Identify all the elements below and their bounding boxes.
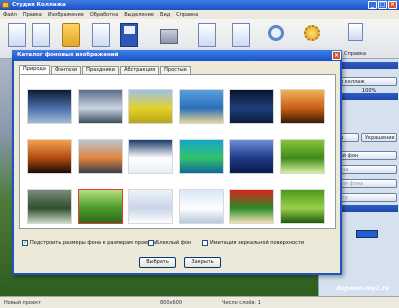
close-button[interactable]: ×: [388, 1, 397, 9]
faded-checkbox[interactable]: [148, 240, 154, 246]
maximize-button[interactable]: □: [378, 1, 387, 9]
app-icon: [2, 2, 9, 8]
status-layers: Число слоёв: 1: [222, 300, 261, 306]
new-document-icon[interactable]: [8, 23, 26, 47]
background-thumbnail[interactable]: [178, 189, 224, 224]
tab-holidays[interactable]: Праздники: [82, 66, 120, 74]
window-titlebar: Студия Коллажа _ □ ×: [0, 0, 399, 10]
watermark: dopmen.my1.ru: [336, 285, 390, 292]
color-swatch[interactable]: [356, 230, 378, 238]
menu-file[interactable]: Файл: [3, 12, 17, 18]
template-icon[interactable]: [92, 23, 110, 47]
background-thumbnail[interactable]: [128, 89, 174, 124]
mirror-label: Имитация зеркальной поверхности: [210, 240, 305, 246]
mirror-option[interactable]: Имитация зеркальной поверхности: [202, 240, 304, 246]
help-label: Справка: [344, 51, 367, 57]
background-thumbnail[interactable]: [280, 139, 325, 174]
faded-label: Блеклый фон: [156, 240, 192, 246]
status-size: 800x600: [160, 300, 183, 306]
background-thumbnail[interactable]: [280, 89, 325, 124]
background-thumbnail[interactable]: [178, 89, 224, 124]
menu-bar: Файл Правка Изображение Обработка Выделе…: [0, 10, 399, 19]
background-thumbnail[interactable]: [27, 189, 72, 224]
settings-icon[interactable]: [304, 25, 320, 41]
background-thumbnail[interactable]: [178, 139, 224, 174]
background-thumbnail[interactable]: [27, 139, 72, 174]
background-thumbnail[interactable]: [229, 189, 275, 224]
category-tabs: Природа Фэнтези Праздники Абстракция Про…: [19, 65, 191, 74]
fit-label: Подстроить размеры фона к размерам проек…: [30, 240, 157, 246]
dialog-close-icon[interactable]: ×: [332, 51, 341, 60]
minimize-button[interactable]: _: [368, 1, 377, 9]
faded-option[interactable]: Блеклый фон: [148, 240, 191, 246]
menu-process[interactable]: Обработка: [90, 12, 118, 18]
thumbnail-gallery: [19, 74, 336, 229]
close-dialog-button[interactable]: Закрыть: [184, 257, 221, 268]
background-thumbnail[interactable]: [77, 189, 123, 224]
zoom-icon[interactable]: [268, 25, 284, 41]
status-project: Новый проект: [4, 300, 42, 306]
background-thumbnail[interactable]: [280, 189, 325, 224]
menu-help[interactable]: Справка: [176, 12, 198, 18]
fit-option[interactable]: ✓ Подстроить размеры фона к размерам про…: [22, 240, 156, 246]
background-catalog-dialog: Каталог фоновых изображений × Природа Фэ…: [12, 50, 342, 275]
open-folder-icon[interactable]: [62, 23, 80, 47]
menu-image[interactable]: Изображение: [48, 12, 84, 18]
copy-icon[interactable]: [198, 23, 216, 47]
background-thumbnail[interactable]: [77, 89, 123, 124]
menu-select[interactable]: Выделение: [124, 12, 154, 18]
fit-checkbox[interactable]: ✓: [22, 240, 28, 246]
window-title: Студия Коллажа: [12, 2, 66, 8]
background-thumbnail[interactable]: [77, 139, 123, 174]
help-icon[interactable]: [348, 23, 363, 41]
tab-simple[interactable]: Простые: [160, 66, 191, 74]
background-thumbnail[interactable]: [229, 89, 275, 124]
paste-icon[interactable]: [232, 23, 250, 47]
dialog-titlebar: Каталог фоновых изображений ×: [12, 50, 342, 61]
menu-view[interactable]: Вид: [160, 12, 170, 18]
menu-edit[interactable]: Правка: [23, 12, 42, 18]
status-bar: Новый проект 800x600 Число слоёв: 1: [0, 296, 399, 308]
tab-abstract[interactable]: Абстракция: [120, 66, 160, 74]
background-thumbnail[interactable]: [128, 139, 174, 174]
tab-fantasy[interactable]: Фэнтези: [50, 66, 82, 74]
document-icon[interactable]: [32, 23, 50, 47]
printer-icon[interactable]: [160, 29, 178, 44]
background-thumbnail[interactable]: [229, 139, 275, 174]
tab-nature[interactable]: Природа: [19, 65, 50, 74]
decoration-button[interactable]: Украшение: [361, 133, 397, 142]
background-thumbnail[interactable]: [27, 89, 72, 124]
save-icon[interactable]: [120, 23, 138, 47]
mirror-checkbox[interactable]: [202, 240, 208, 246]
zoom-level: 100%: [362, 88, 377, 94]
background-thumbnail[interactable]: [128, 189, 174, 224]
select-button[interactable]: Выбрать: [139, 257, 176, 268]
dialog-title: Каталог фоновых изображений: [17, 52, 119, 58]
